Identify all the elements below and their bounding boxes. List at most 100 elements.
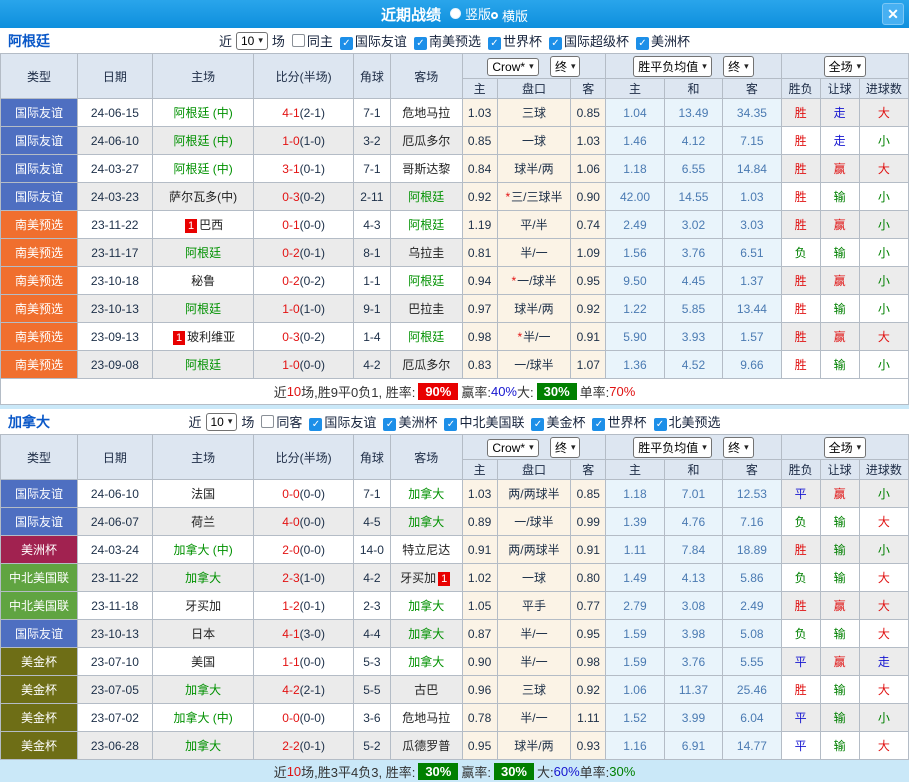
competition-checkbox[interactable]: ✓ <box>414 37 427 50</box>
table-row: 南美预选23-09-131玻利维亚0-3(0-2)1-4阿根廷0.98*半/一0… <box>1 323 909 351</box>
layout-radio-selected[interactable]: 竖版 <box>450 4 491 23</box>
layout-radio-group: 竖版横版 <box>450 4 528 25</box>
table-row: 南美预选23-10-13阿根廷1-0(1-0)9-1巴拉圭0.97球半/两0.9… <box>1 295 909 323</box>
team-label: 美国 <box>191 655 215 669</box>
result-cell: 小 <box>859 211 908 239</box>
avg-odds-cell: 34.35 <box>723 99 781 127</box>
close-button[interactable]: ✕ <box>882 3 904 25</box>
handicap-cell: *三/三球半 <box>497 183 571 211</box>
avg-odds-cell: 14.84 <box>723 155 781 183</box>
competition-checkbox[interactable]: ✓ <box>309 418 322 431</box>
layout-radio-option[interactable]: 横版 <box>491 6 528 25</box>
same-venue-checkbox[interactable] <box>261 415 274 428</box>
fulltime-group-header: 全场▾ <box>781 54 908 79</box>
competition-type-cell: 国际友谊 <box>1 480 78 508</box>
radio-icon[interactable] <box>450 8 461 19</box>
fulltime-select[interactable]: 全场▾ <box>824 437 867 458</box>
date-cell: 23-10-18 <box>77 267 152 295</box>
competition-checkbox[interactable]: ✓ <box>488 37 501 50</box>
result-cell: 输 <box>820 676 859 704</box>
competition-checkbox[interactable]: ✓ <box>636 37 649 50</box>
avg-odds-cell: 5.86 <box>723 564 781 592</box>
handicap-cell: 球半/两 <box>497 732 571 760</box>
avg-odds-cell: 6.51 <box>723 239 781 267</box>
odds-time-select[interactable]: 终▾ <box>550 437 581 458</box>
corner-cell: 7-1 <box>353 99 390 127</box>
score-cell: 0-3(0-2) <box>254 323 354 351</box>
summary-text: 近 <box>274 382 287 401</box>
competition-checkbox[interactable]: ✓ <box>592 418 605 431</box>
competition-label: 中北美国联 <box>459 415 524 430</box>
score-cell: 1-0(1-0) <box>254 295 354 323</box>
table-row: 国际友谊24-06-15阿根廷 (中)4-1(2-1)7-1危地马拉1.03三球… <box>1 99 909 127</box>
odds-cell: 0.95 <box>571 267 606 295</box>
odds-cell: 0.89 <box>462 508 497 536</box>
team-label: 乌拉圭 <box>408 246 444 260</box>
competition-checkbox[interactable]: ✓ <box>549 37 562 50</box>
handicap-cell: 半/一 <box>497 239 571 267</box>
avg-time-select[interactable]: 终▾ <box>723 56 754 77</box>
avg-type-select[interactable]: 胜平负均值▾ <box>633 56 712 77</box>
team-cell: 阿根廷 <box>390 267 462 295</box>
odds-cell: 0.93 <box>571 732 606 760</box>
summary-text: 赢率: <box>461 762 491 781</box>
result-cell: 输 <box>820 732 859 760</box>
star-marker: * <box>511 274 516 288</box>
team-label: 哥斯达黎 <box>402 162 450 176</box>
odds-cell: 0.78 <box>462 704 497 732</box>
table-row: 南美预选23-10-18秘鲁0-2(0-2)1-1阿根廷0.94*一/球半0.9… <box>1 267 909 295</box>
competition-checkbox[interactable]: ✓ <box>383 418 396 431</box>
odds-source-select[interactable]: Crow*▾ <box>487 439 538 457</box>
table-row: 南美预选23-11-221巴西0-1(0-0)4-3阿根廷1.19平/半0.74… <box>1 211 909 239</box>
odds-time-select[interactable]: 终▾ <box>550 56 581 77</box>
competition-checkbox[interactable]: ✓ <box>444 418 457 431</box>
percentage-badge: 90% <box>418 383 458 400</box>
date-cell: 23-10-13 <box>77 295 152 323</box>
avg-odds-cell: 5.55 <box>723 648 781 676</box>
result-cell: 小 <box>859 704 908 732</box>
avg-odds-cell: 1.57 <box>723 323 781 351</box>
result-cell: 负 <box>781 620 820 648</box>
team-label: 阿根廷 <box>408 274 444 288</box>
match-count-select[interactable]: 10▾ <box>236 32 268 50</box>
chevron-down-icon: ▾ <box>702 442 707 453</box>
handicap-cell: 半/一 <box>497 648 571 676</box>
team-cell: 乌拉圭 <box>390 239 462 267</box>
col-home: 主场 <box>152 54 254 99</box>
avg-odds-cell: 13.44 <box>723 295 781 323</box>
fulltime-select[interactable]: 全场▾ <box>824 56 867 77</box>
handicap-cell: 一/球半 <box>497 508 571 536</box>
competition-checkboxes: ✓国际友谊✓美洲杯✓中北美国联✓美金杯✓世界杯✓北美预选 <box>302 412 720 431</box>
result-cell: 小 <box>859 267 908 295</box>
competition-checkbox[interactable]: ✓ <box>654 418 667 431</box>
match-count-select[interactable]: 10▾ <box>206 413 238 431</box>
avg-time-select[interactable]: 终▾ <box>723 437 754 458</box>
section-canada: 加拿大 近 10▾ 场 同客 ✓国际友谊✓美洲杯✓中北美国联✓美金杯✓世界杯✓北… <box>0 409 909 782</box>
team-label: 加拿大 (中) <box>173 543 232 557</box>
competition-checkbox[interactable]: ✓ <box>340 37 353 50</box>
col-home: 主场 <box>152 435 254 480</box>
col-type: 类型 <box>1 435 78 480</box>
summary-text: 场,胜3平4负3, 胜率: <box>301 762 415 781</box>
date-cell: 23-09-13 <box>77 323 152 351</box>
summary-text: 40% <box>491 384 517 399</box>
competition-checkboxes: ✓国际友谊✓南美预选✓世界杯✓国际超级杯✓美洲杯 <box>333 31 690 50</box>
avg-type-select[interactable]: 胜平负均值▾ <box>633 437 712 458</box>
table-row: 国际友谊23-10-13日本4-1(3-0)4-4加拿大0.87半/一0.951… <box>1 620 909 648</box>
team-cell: 1玻利维亚 <box>152 323 254 351</box>
avg-odds-cell: 1.37 <box>723 267 781 295</box>
odds-source-select[interactable]: Crow*▾ <box>487 58 538 76</box>
radio-icon[interactable] <box>491 12 498 19</box>
same-venue-checkbox[interactable] <box>292 34 305 47</box>
section-filterbar: 阿根廷 近 10▾ 场 同主 ✓国际友谊✓南美预选✓世界杯✓国际超级杯✓美洲杯 <box>0 28 909 53</box>
result-cell: 大 <box>859 99 908 127</box>
col-away: 客场 <box>390 435 462 480</box>
col-corner: 角球 <box>353 54 390 99</box>
date-cell: 24-03-23 <box>77 183 152 211</box>
odds-cell: 0.84 <box>462 155 497 183</box>
percentage-badge: 30% <box>418 763 458 780</box>
competition-checkbox[interactable]: ✓ <box>531 418 544 431</box>
result-cell: 胜 <box>781 592 820 620</box>
score-cell: 0-2(0-2) <box>254 267 354 295</box>
result-cell: 大 <box>859 564 908 592</box>
